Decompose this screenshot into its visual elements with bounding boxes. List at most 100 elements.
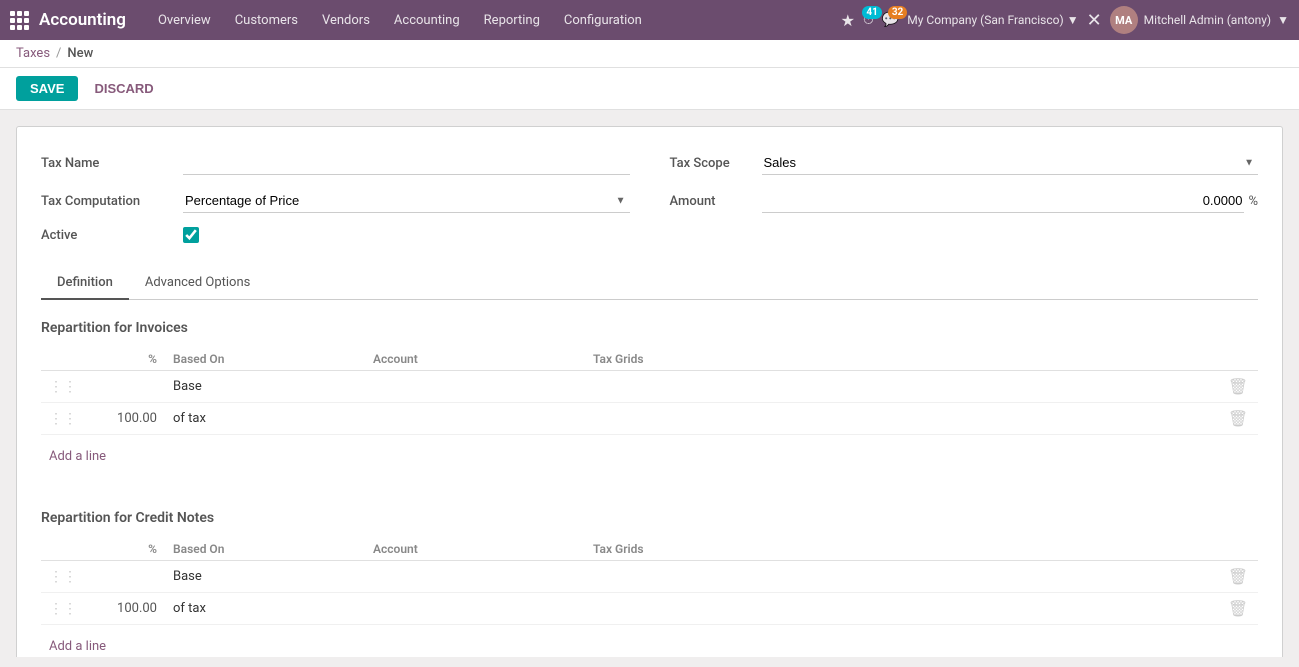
form-fields: Tax Name Tax Computation Fixed Percentag…	[41, 151, 1258, 243]
table-row: ⋮⋮ Base 🗑	[41, 371, 1258, 403]
account-cell[interactable]	[365, 561, 585, 593]
breadcrumb-current: New	[67, 46, 93, 61]
delete-col-header	[1218, 538, 1258, 561]
tax-grids-cell[interactable]	[585, 561, 1218, 593]
delete-cell[interactable]: 🗑	[1218, 593, 1258, 625]
tax-scope-label: Tax Scope	[670, 156, 750, 171]
based-on-cell: of tax	[165, 593, 365, 625]
percent-cell	[85, 371, 165, 403]
drag-handle[interactable]: ⋮⋮	[41, 371, 85, 403]
delete-icon[interactable]: 🗑	[1228, 377, 1248, 396]
messages-badge: 32	[888, 6, 907, 19]
messages-icon-btn[interactable]: 💬 32	[882, 12, 899, 28]
breadcrumb-parent[interactable]: Taxes	[16, 46, 50, 61]
delete-cell[interactable]: 🗑	[1218, 561, 1258, 593]
save-button[interactable]: SAVE	[16, 76, 78, 101]
activity-badge: 41	[862, 6, 881, 19]
repartition-credit-notes-title: Repartition for Credit Notes	[41, 510, 1258, 526]
tax-grids-cell[interactable]	[585, 403, 1218, 435]
account-col-header: Account	[365, 538, 585, 561]
delete-cell[interactable]: 🗑	[1218, 403, 1258, 435]
chevron-down-icon: ▼	[1067, 13, 1079, 27]
breadcrumb-separator: /	[56, 46, 61, 61]
tax-computation-row: Tax Computation Fixed Percentage of Pric…	[41, 189, 630, 213]
tax-computation-select-wrapper: Fixed Percentage of Price Percentage of …	[183, 189, 630, 213]
tax-scope-select-wrapper: Sales Purchases None ▼	[762, 151, 1259, 175]
account-cell[interactable]	[365, 593, 585, 625]
based-on-cell: Base	[165, 371, 365, 403]
nav-reporting[interactable]: Reporting	[472, 0, 552, 40]
delete-icon[interactable]: 🗑	[1228, 599, 1248, 618]
delete-icon[interactable]: 🗑	[1228, 409, 1248, 428]
percent-col-header: %	[85, 348, 165, 371]
repartition-invoices-section: Repartition for Invoices % Based On Acco…	[41, 320, 1258, 470]
drag-handle[interactable]: ⋮⋮	[41, 593, 85, 625]
account-col-header: Account	[365, 348, 585, 371]
based-on-cell: Base	[165, 561, 365, 593]
tab-advanced-options[interactable]: Advanced Options	[129, 267, 266, 300]
active-checkbox[interactable]	[183, 227, 199, 243]
percent-col-header: %	[85, 538, 165, 561]
nav-accounting[interactable]: Accounting	[382, 0, 472, 40]
tax-computation-select[interactable]: Fixed Percentage of Price Percentage of …	[183, 189, 630, 213]
amount-input[interactable]	[762, 189, 1245, 213]
drag-handle[interactable]: ⋮⋮	[41, 561, 85, 593]
table-row: ⋮⋮ Base 🗑	[41, 561, 1258, 593]
repartition-credit-notes-table: % Based On Account Tax Grids ⋮⋮ Base	[41, 538, 1258, 625]
delete-icon[interactable]: 🗑	[1228, 567, 1248, 586]
nav-overview[interactable]: Overview	[146, 0, 223, 40]
tax-name-input[interactable]	[183, 151, 630, 175]
account-cell[interactable]	[365, 403, 585, 435]
table-row: ⋮⋮ 100.00 of tax 🗑	[41, 593, 1258, 625]
form-card: Tax Name Tax Computation Fixed Percentag…	[16, 126, 1283, 657]
grid-menu-icon[interactable]	[10, 11, 29, 30]
right-column: Tax Scope Sales Purchases None ▼ Amount	[670, 151, 1259, 243]
repartition-credit-notes-section: Repartition for Credit Notes % Based On …	[41, 510, 1258, 657]
amount-suffix: %	[1248, 194, 1258, 209]
drag-handle[interactable]: ⋮⋮	[41, 403, 85, 435]
tax-scope-select[interactable]: Sales Purchases None	[762, 151, 1259, 175]
add-line-invoices[interactable]: Add a line	[41, 443, 114, 470]
active-label: Active	[41, 228, 171, 243]
percent-cell: 100.00	[85, 593, 165, 625]
percent-cell	[85, 561, 165, 593]
tax-grids-cell[interactable]	[585, 371, 1218, 403]
left-column: Tax Name Tax Computation Fixed Percentag…	[41, 151, 630, 243]
tax-name-row: Tax Name	[41, 151, 630, 175]
repartition-invoices-table: % Based On Account Tax Grids ⋮⋮ Base	[41, 348, 1258, 435]
nav-configuration[interactable]: Configuration	[552, 0, 654, 40]
star-icon[interactable]: ★	[841, 11, 855, 30]
tab-definition[interactable]: Definition	[41, 267, 129, 300]
tax-computation-label: Tax Computation	[41, 194, 171, 209]
tax-grids-cell[interactable]	[585, 593, 1218, 625]
add-line-credit-notes[interactable]: Add a line	[41, 633, 114, 657]
account-cell[interactable]	[365, 371, 585, 403]
nav-vendors[interactable]: Vendors	[310, 0, 382, 40]
active-row: Active	[41, 227, 630, 243]
based-on-col-header: Based On	[165, 348, 365, 371]
drag-col-header	[41, 538, 85, 561]
amount-label: Amount	[670, 194, 750, 209]
based-on-cell: of tax	[165, 403, 365, 435]
tax-grids-col-header: Tax Grids	[585, 348, 1218, 371]
nav-customers[interactable]: Customers	[223, 0, 310, 40]
discard-button[interactable]: DISCARD	[86, 76, 161, 101]
topnav-right: ★ ⏱ 41 💬 32 My Company (San Francisco) ▼…	[841, 6, 1289, 34]
tax-scope-row: Tax Scope Sales Purchases None ▼	[670, 151, 1259, 175]
tax-grids-col-header: Tax Grids	[585, 538, 1218, 561]
avatar: MA	[1110, 6, 1138, 34]
close-icon[interactable]: ✕	[1087, 10, 1102, 31]
amount-input-group: %	[762, 189, 1259, 213]
company-selector[interactable]: My Company (San Francisco) ▼	[907, 13, 1078, 27]
based-on-col-header: Based On	[165, 538, 365, 561]
top-navigation: Accounting Overview Customers Vendors Ac…	[0, 0, 1299, 40]
user-menu[interactable]: MA Mitchell Admin (antony) ▼	[1110, 6, 1289, 34]
delete-cell[interactable]: 🗑	[1218, 371, 1258, 403]
percent-cell: 100.00	[85, 403, 165, 435]
delete-col-header	[1218, 348, 1258, 371]
repartition-invoices-title: Repartition for Invoices	[41, 320, 1258, 336]
main-scroll[interactable]: Tax Name Tax Computation Fixed Percentag…	[0, 110, 1299, 657]
activity-icon-btn[interactable]: ⏱ 41	[863, 12, 874, 28]
top-menu: Overview Customers Vendors Accounting Re…	[146, 0, 841, 40]
breadcrumb: Taxes / New	[0, 40, 1299, 68]
